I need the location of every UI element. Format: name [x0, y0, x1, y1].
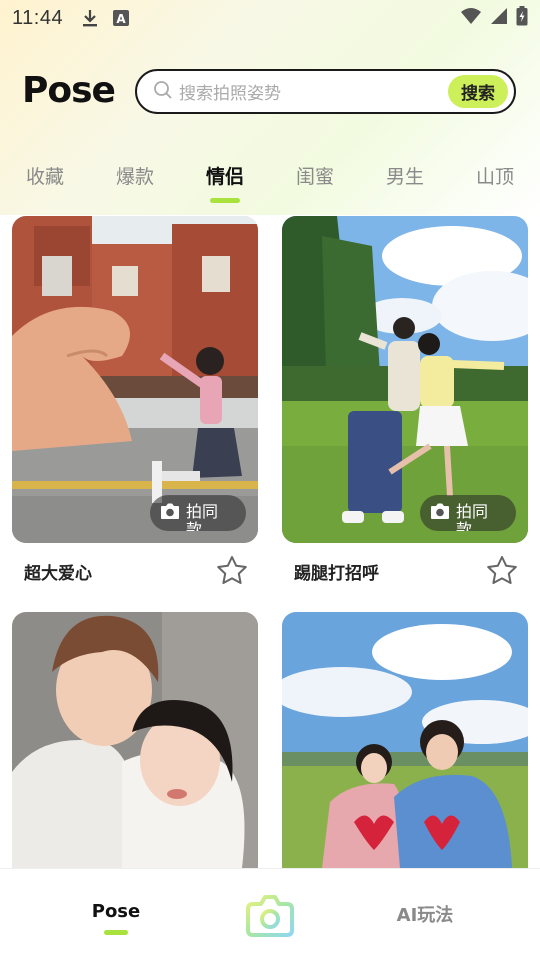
notification-a-icon: A — [113, 10, 130, 26]
wifi-icon — [460, 7, 482, 29]
download-icon — [81, 8, 99, 28]
search-input[interactable]: 搜索拍照姿势 — [179, 79, 281, 104]
copy-pose-label: 拍同款 — [456, 502, 489, 532]
camera-icon[interactable] — [245, 892, 295, 942]
pose-title: 超大爱心 — [24, 564, 92, 584]
star-icon[interactable] — [486, 555, 518, 589]
star-icon[interactable] — [216, 555, 248, 589]
nav-pose[interactable]: Pose — [80, 901, 152, 922]
search-button[interactable]: 搜索 — [448, 75, 508, 108]
pose-image[interactable]: 拍同款 — [12, 216, 258, 543]
tab-favorites[interactable]: 收藏 — [5, 162, 85, 189]
tab-mountain-top[interactable]: 山顶 — [455, 162, 535, 189]
bottom-navigation: Pose AI玩法 — [0, 868, 540, 960]
pose-image[interactable]: 拍同款 — [282, 216, 528, 543]
pose-card[interactable] — [282, 612, 528, 868]
camera-icon — [430, 502, 450, 524]
pose-card[interactable]: 拍同款 踢腿打招呼 — [282, 216, 528, 584]
pose-image[interactable] — [282, 612, 528, 868]
status-time: 11:44 — [12, 6, 64, 29]
active-tab-indicator — [210, 198, 240, 203]
camera-icon — [160, 502, 180, 524]
signal-icon — [490, 7, 508, 29]
copy-pose-button[interactable]: 拍同款 — [420, 495, 516, 531]
pose-card[interactable] — [12, 612, 258, 868]
pose-title: 踢腿打招呼 — [294, 564, 379, 584]
pose-image[interactable] — [12, 612, 258, 868]
active-nav-indicator — [104, 930, 128, 935]
nav-ai-features[interactable]: AI玩法 — [380, 901, 470, 927]
category-tabs: 收藏 爆款 情侣 闺蜜 男生 山顶 — [0, 158, 540, 208]
pose-logo: Pose — [22, 70, 116, 111]
tab-couples[interactable]: 情侣 — [185, 162, 265, 189]
tab-besties[interactable]: 闺蜜 — [275, 162, 355, 189]
search-icon — [153, 80, 173, 104]
tab-popular[interactable]: 爆款 — [95, 162, 175, 189]
copy-pose-label: 拍同款 — [186, 502, 219, 532]
svg-text:A: A — [116, 12, 126, 26]
tab-boys[interactable]: 男生 — [365, 162, 445, 189]
status-bar: 11:44 A — [0, 0, 540, 36]
search-bar[interactable]: 搜索拍照姿势 搜索 — [135, 69, 516, 114]
copy-pose-button[interactable]: 拍同款 — [150, 495, 246, 531]
battery-icon — [516, 6, 528, 30]
pose-card[interactable]: 拍同款 超大爱心 — [12, 216, 258, 584]
app-header: Pose 搜索拍照姿势 搜索 — [0, 66, 540, 118]
